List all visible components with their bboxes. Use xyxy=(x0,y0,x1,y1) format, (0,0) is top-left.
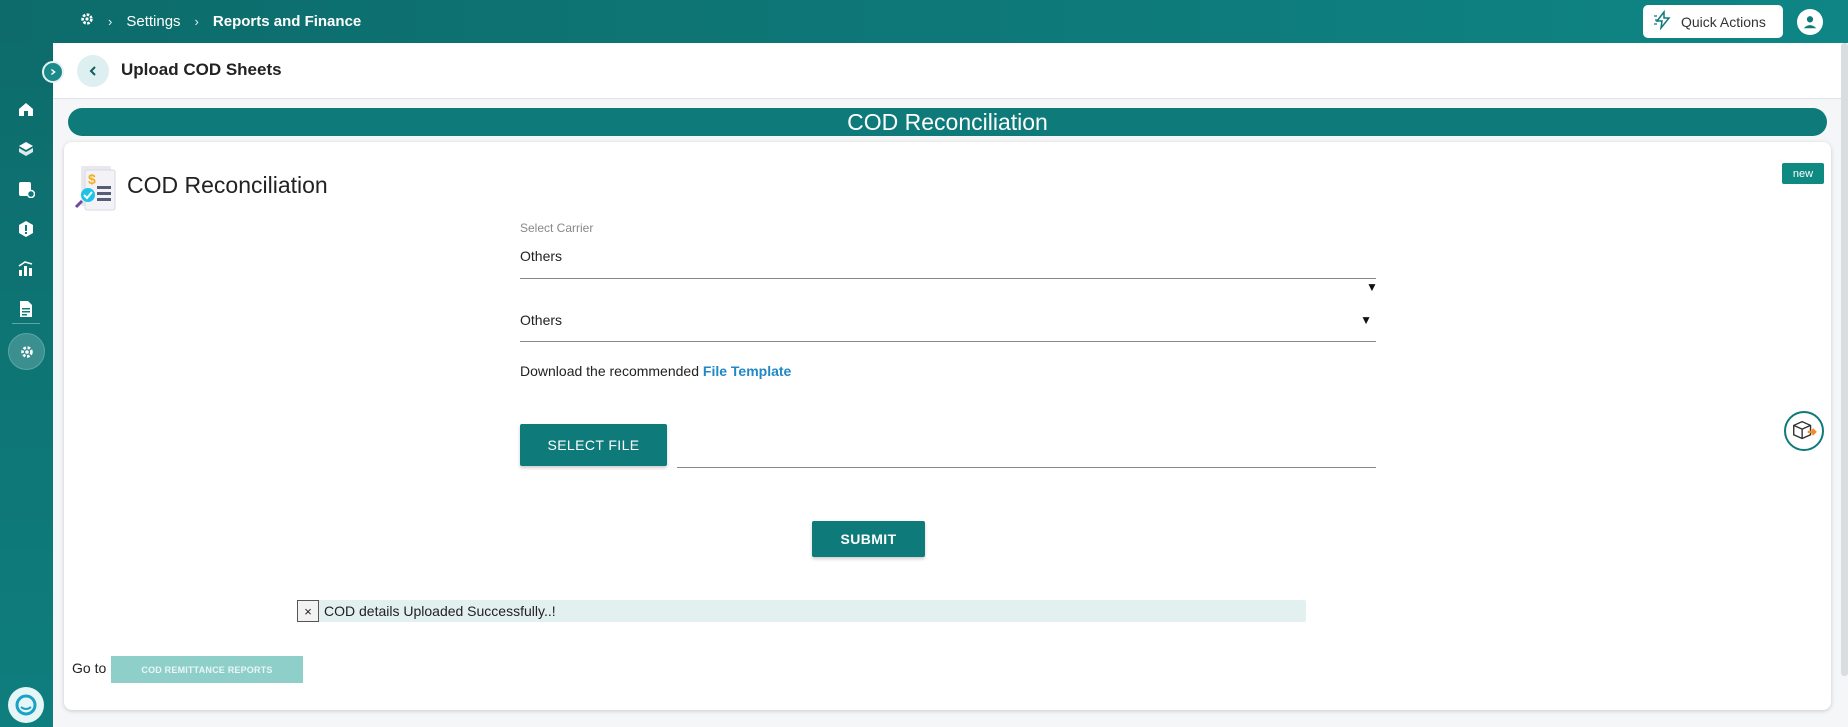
quick-actions-button[interactable]: Quick Actions xyxy=(1643,5,1783,38)
file-template-link[interactable]: File Template xyxy=(703,363,791,379)
select-file-button[interactable]: SELECT FILE xyxy=(520,424,667,466)
dropdown-arrow-icon[interactable]: ▼ xyxy=(1366,280,1378,294)
breadcrumb: › Settings › Reports and Finance xyxy=(80,10,361,32)
file-name-field xyxy=(677,467,1376,468)
page-header: Upload COD Sheets xyxy=(53,43,1843,99)
cod-report-icon: $ xyxy=(73,162,119,214)
new-badge: new xyxy=(1782,163,1824,184)
page-title: Upload COD Sheets xyxy=(121,60,282,79)
quick-actions-label: Quick Actions xyxy=(1681,13,1766,30)
svg-text:$: $ xyxy=(88,171,96,187)
analytics-icon[interactable] xyxy=(14,257,38,281)
download-prefix: Download the recommended xyxy=(520,363,699,379)
document-icon[interactable] xyxy=(14,297,38,321)
page-scrollbar[interactable] xyxy=(1841,43,1848,676)
secondary-select-underline xyxy=(520,341,1376,342)
alert-icon[interactable] xyxy=(14,217,38,241)
orders-icon[interactable] xyxy=(14,177,38,201)
goto-label: Go to xyxy=(72,660,107,676)
chevron-right-icon: › xyxy=(108,13,113,29)
user-icon[interactable] xyxy=(1797,9,1823,35)
download-template-text: Download the recommended File Template xyxy=(520,363,791,379)
bolt-icon xyxy=(1653,9,1673,33)
secondary-select[interactable]: Others ▼ xyxy=(520,312,1376,342)
settings-icon[interactable] xyxy=(8,333,45,370)
success-toast: × COD details Uploaded Successfully..! xyxy=(297,600,1306,622)
home-icon[interactable] xyxy=(14,97,38,121)
sidebar-toggle-button[interactable] xyxy=(42,61,64,83)
sidebar-divider xyxy=(12,323,40,324)
breadcrumb-current: Reports and Finance xyxy=(212,12,362,30)
cod-reconciliation-card: $ COD Reconciliation new Select Carrier … xyxy=(64,142,1831,710)
dropdown-arrow-icon: ▼ xyxy=(1360,313,1372,327)
cod-remittance-reports-button[interactable]: COD REMITTANCE REPORTS xyxy=(111,656,303,683)
toast-message: COD details Uploaded Successfully..! xyxy=(324,603,556,619)
secondary-select-value: Others xyxy=(520,312,563,328)
back-button[interactable] xyxy=(77,55,109,87)
card-title: COD Reconciliation xyxy=(127,172,328,198)
bot-icon[interactable] xyxy=(1784,411,1824,451)
back-arrow-icon xyxy=(89,66,96,76)
section-banner: COD Reconciliation xyxy=(68,108,1827,136)
breadcrumb-settings[interactable]: Settings xyxy=(126,13,180,30)
carrier-select-underline xyxy=(520,278,1376,279)
submit-button[interactable]: SUBMIT xyxy=(812,521,925,557)
chat-icon[interactable] xyxy=(8,687,44,723)
carrier-select[interactable]: Others xyxy=(520,248,562,264)
chevron-right-icon: › xyxy=(194,13,199,29)
box-icon[interactable] xyxy=(14,137,38,161)
carrier-select-label: Select Carrier xyxy=(520,221,594,235)
close-icon[interactable]: × xyxy=(297,600,319,622)
sidebar xyxy=(0,0,53,727)
gear-icon[interactable] xyxy=(80,12,94,30)
